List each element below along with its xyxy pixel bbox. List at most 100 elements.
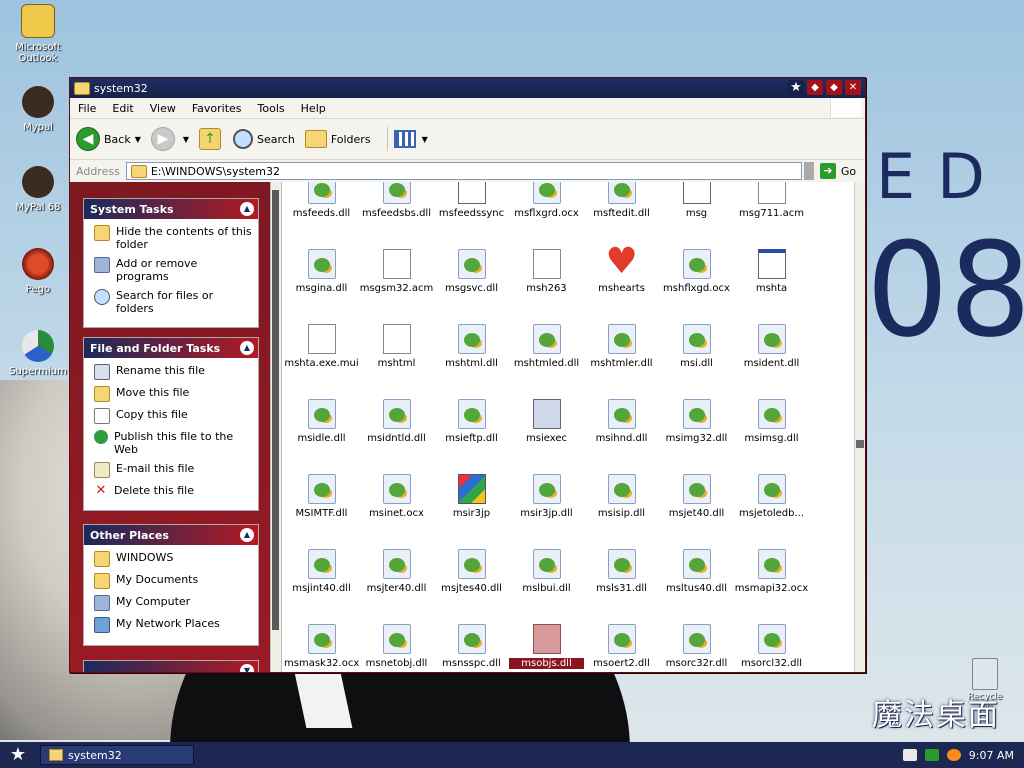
file-item[interactable]: msh263: [509, 249, 584, 294]
file-item[interactable]: msflxgrd.ocx: [509, 182, 584, 219]
task-rename-file[interactable]: Rename this file: [94, 364, 252, 380]
star-icon[interactable]: ★: [788, 80, 804, 95]
file-item[interactable]: msgina.dll: [284, 249, 359, 294]
file-item[interactable]: msieftp.dll: [434, 399, 509, 444]
task-hide-contents[interactable]: Hide the contents of this folder: [94, 225, 252, 251]
file-item[interactable]: msgsvc.dll: [434, 249, 509, 294]
file-item[interactable]: MSIMTF.dll: [284, 474, 359, 519]
file-tasks-header[interactable]: File and Folder Tasks ▲: [84, 338, 258, 358]
file-item[interactable]: msir3jp.dll: [509, 474, 584, 519]
file-item[interactable]: msmapi32.ocx: [734, 549, 809, 594]
task-email-file[interactable]: E-mail this file: [94, 462, 252, 478]
task-publish-web[interactable]: Publish this file to the Web: [94, 430, 252, 456]
start-button[interactable]: ★: [0, 742, 36, 768]
task-search-files[interactable]: Search for files or folders: [94, 289, 252, 315]
chevron-down-icon[interactable]: ▼: [135, 135, 141, 144]
details-header[interactable]: ▼: [84, 661, 258, 672]
chevron-down-icon[interactable]: ▼: [422, 135, 428, 144]
file-item[interactable]: msinet.ocx: [359, 474, 434, 519]
menu-view[interactable]: View: [142, 102, 184, 115]
task-add-remove-programs[interactable]: Add or remove programs: [94, 257, 252, 283]
file-item[interactable]: msftedit.dll: [584, 182, 659, 219]
desktop-icon-pego[interactable]: Pego: [6, 248, 70, 295]
file-item[interactable]: msir3jp: [434, 474, 509, 519]
place-windows[interactable]: WINDOWS: [94, 551, 252, 567]
views-button[interactable]: ▼: [381, 127, 428, 151]
file-item[interactable]: msorc32r.dll: [659, 624, 734, 669]
file-item[interactable]: msg711.acm: [734, 182, 809, 219]
desktop-icon-mypal[interactable]: Mypal: [6, 86, 70, 133]
place-my-computer[interactable]: My Computer: [94, 595, 252, 611]
clock[interactable]: 9:07 AM: [969, 749, 1014, 762]
file-item[interactable]: msltus40.dll: [659, 549, 734, 594]
file-item[interactable]: mslbui.dll: [509, 549, 584, 594]
file-item[interactable]: msidle.dll: [284, 399, 359, 444]
file-item[interactable]: mshta.exe.mui: [284, 324, 359, 369]
chevron-down-icon[interactable]: ▼: [183, 135, 189, 144]
taskbar-button-system32[interactable]: system32: [40, 745, 194, 765]
folders-button[interactable]: Folders: [304, 130, 371, 148]
file-item[interactable]: msimsg.dll: [734, 399, 809, 444]
up-button[interactable]: ↑: [199, 128, 223, 150]
file-item[interactable]: msfeedsbs.dll: [359, 182, 434, 219]
place-my-network[interactable]: My Network Places: [94, 617, 252, 633]
place-my-documents[interactable]: My Documents: [94, 573, 252, 589]
file-item[interactable]: msimg32.dll: [659, 399, 734, 444]
file-item[interactable]: mshtmler.dll: [584, 324, 659, 369]
file-item[interactable]: msorcl32.dll: [734, 624, 809, 669]
file-item[interactable]: msjint40.dll: [284, 549, 359, 594]
file-item[interactable]: msi.dll: [659, 324, 734, 369]
desktop-icon-mypal68[interactable]: MyPal 68: [6, 166, 70, 213]
file-item[interactable]: msgsm32.acm: [359, 249, 434, 294]
file-item[interactable]: msnsspc.dll: [434, 624, 509, 669]
collapse-icon[interactable]: ▲: [240, 341, 254, 355]
system-tasks-header[interactable]: System Tasks ▲: [84, 199, 258, 219]
collapse-icon[interactable]: ▼: [240, 664, 254, 672]
menu-favorites[interactable]: Favorites: [184, 102, 250, 115]
file-item[interactable]: mshtml.dll: [434, 324, 509, 369]
file-item[interactable]: mshtmled.dll: [509, 324, 584, 369]
file-item[interactable]: msisip.dll: [584, 474, 659, 519]
address-input[interactable]: E:\WINDOWS\system32: [125, 162, 802, 180]
file-item[interactable]: msobjs.dll: [509, 624, 584, 669]
file-item[interactable]: msjtes40.dll: [434, 549, 509, 594]
file-list-scrollbar[interactable]: [854, 182, 865, 672]
file-item[interactable]: msiexec: [509, 399, 584, 444]
network-tray-icon[interactable]: [924, 749, 939, 761]
collapse-icon[interactable]: ▲: [240, 528, 254, 542]
file-item[interactable]: msihnd.dll: [584, 399, 659, 444]
keyboard-icon[interactable]: [902, 749, 917, 761]
maximize-button[interactable]: ◆: [826, 80, 842, 95]
back-button[interactable]: ◀ Back ▼: [76, 127, 141, 151]
task-delete-file[interactable]: ✕ Delete this file: [94, 484, 252, 498]
file-item[interactable]: mshtml: [359, 324, 434, 369]
file-item[interactable]: mshflxgd.ocx: [659, 249, 734, 294]
file-item[interactable]: msident.dll: [734, 324, 809, 369]
desktop-icon-supermium[interactable]: Supermium: [6, 330, 70, 377]
other-places-header[interactable]: Other Places ▲: [84, 525, 258, 545]
forward-button[interactable]: ▶ ▼: [150, 127, 189, 151]
file-item[interactable]: msfeedssync: [434, 182, 509, 219]
go-button[interactable]: ➔ Go: [819, 163, 856, 179]
scrollbar-thumb[interactable]: [272, 190, 279, 630]
collapse-icon[interactable]: ▲: [240, 202, 254, 216]
file-item[interactable]: msmask32.ocx: [284, 624, 359, 669]
scrollbar-thumb[interactable]: [856, 440, 864, 448]
minimize-button[interactable]: ◆: [807, 80, 823, 95]
file-item[interactable]: msjter40.dll: [359, 549, 434, 594]
file-item[interactable]: msidntld.dll: [359, 399, 434, 444]
file-item[interactable]: msjet40.dll: [659, 474, 734, 519]
menu-tools[interactable]: Tools: [250, 102, 293, 115]
file-item[interactable]: msfeeds.dll: [284, 182, 359, 219]
file-item[interactable]: msoert2.dll: [584, 624, 659, 669]
search-tray-icon[interactable]: [946, 749, 961, 761]
search-button[interactable]: Search: [233, 129, 295, 149]
address-dropdown[interactable]: [803, 162, 814, 180]
file-item[interactable]: msls31.dll: [584, 549, 659, 594]
file-item[interactable]: mshearts: [584, 241, 659, 294]
desktop-icon-outlook[interactable]: Microsoft Outlook: [6, 4, 70, 64]
task-move-file[interactable]: Move this file: [94, 386, 252, 402]
file-item[interactable]: msg: [659, 182, 734, 219]
menu-file[interactable]: File: [70, 102, 104, 115]
menu-help[interactable]: Help: [293, 102, 334, 115]
